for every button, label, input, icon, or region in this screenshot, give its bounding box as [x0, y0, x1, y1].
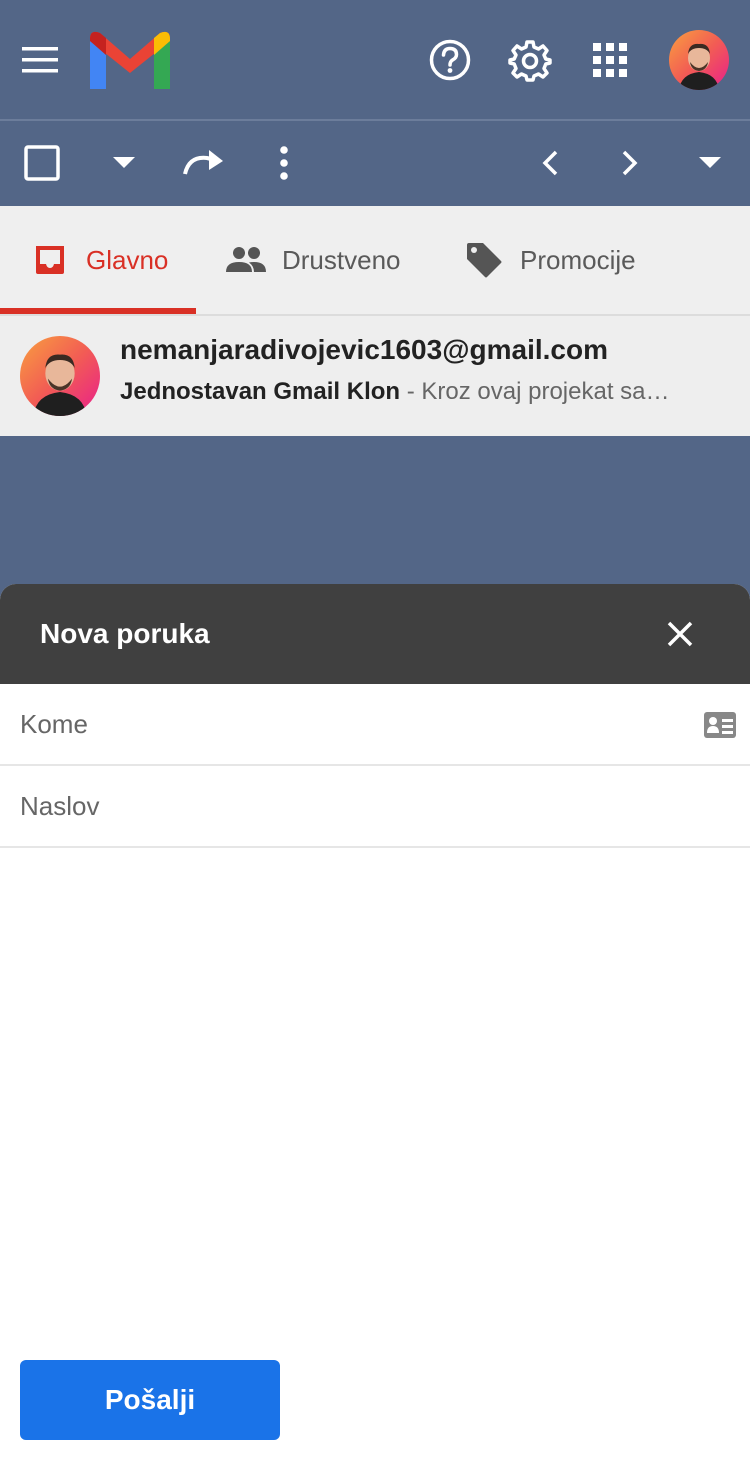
top-app-bar — [0, 0, 750, 121]
gear-icon[interactable] — [506, 36, 554, 84]
tab-social[interactable]: Drustveno — [224, 206, 401, 314]
email-preview: Jednostavan Gmail Klon - Kroz ovaj proje… — [120, 378, 700, 406]
tab-promotions[interactable]: Promocije — [462, 206, 636, 314]
to-field-row — [0, 684, 750, 766]
sender-avatar — [20, 336, 100, 416]
caret-down-icon[interactable] — [104, 143, 144, 183]
tab-label: Glavno — [86, 244, 169, 275]
tab-primary[interactable]: Glavno — [28, 206, 168, 314]
tab-label: Drustveno — [282, 244, 401, 275]
email-list-item[interactable]: nemanjaradivojevic1603@gmail.com Jednost… — [0, 316, 750, 436]
more-vert-icon[interactable] — [266, 143, 302, 183]
subject-input[interactable] — [20, 790, 680, 822]
gmail-logo[interactable] — [88, 28, 172, 92]
send-button[interactable]: Pošalji — [20, 1360, 280, 1440]
caret-down-icon[interactable] — [690, 143, 730, 183]
mail-toolbar — [0, 121, 750, 206]
contacts-card-icon[interactable] — [702, 710, 738, 740]
account-avatar[interactable] — [669, 30, 729, 90]
subject-field-row — [0, 766, 750, 848]
tab-label: Promocije — [520, 244, 636, 275]
people-icon — [224, 238, 268, 282]
email-sender: nemanjaradivojevic1603@gmail.com — [120, 334, 608, 365]
email-snippet: - Kroz ovaj projekat sa… — [400, 378, 670, 405]
select-all-checkbox-icon[interactable] — [22, 143, 62, 183]
help-circle-icon[interactable] — [426, 36, 474, 84]
hamburger-menu-icon[interactable] — [20, 42, 60, 78]
chevron-right-icon[interactable] — [610, 143, 650, 183]
close-icon[interactable] — [656, 610, 704, 658]
refresh-icon[interactable] — [178, 139, 230, 187]
active-tab-indicator — [0, 308, 196, 314]
email-subject: Jednostavan Gmail Klon — [120, 378, 401, 405]
apps-grid-icon[interactable] — [590, 40, 630, 80]
category-tabs: Glavno Drustveno Promocije — [0, 206, 750, 316]
tag-icon — [462, 238, 506, 282]
compose-header: Nova poruka — [0, 584, 750, 684]
chevron-left-icon[interactable] — [530, 143, 570, 183]
inbox-icon — [28, 238, 72, 282]
compose-title: Nova poruka — [40, 618, 210, 649]
to-input[interactable] — [20, 708, 680, 740]
compose-window: Nova poruka Pošalji — [0, 584, 750, 1460]
